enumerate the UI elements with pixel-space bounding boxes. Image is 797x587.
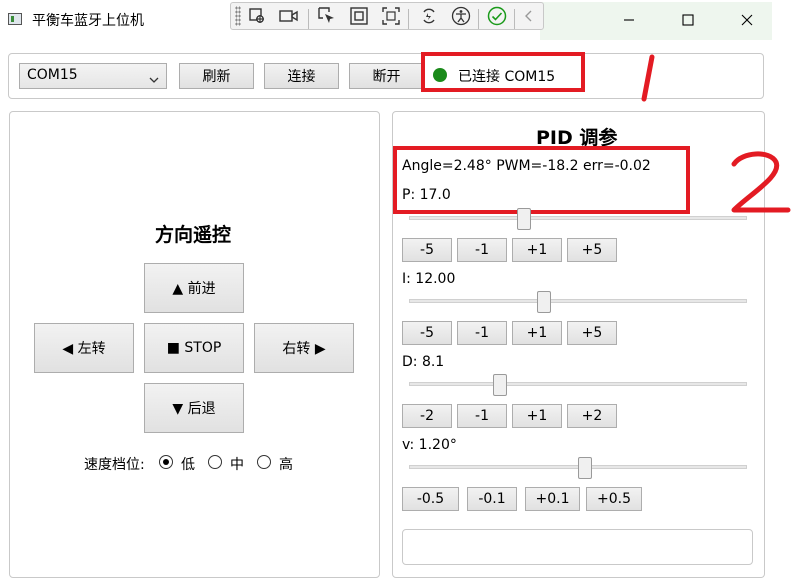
collapse-chevron-icon[interactable]: [518, 5, 540, 27]
direction-title: 方向遥控: [155, 224, 232, 246]
speed-option-low: 低: [181, 457, 195, 473]
turn-right-button[interactable]: 右转 ▶: [254, 323, 354, 373]
hot-reload-icon[interactable]: [418, 5, 440, 27]
i-value-label: I: 12.00: [402, 271, 456, 287]
video-icon[interactable]: [278, 5, 300, 27]
i-plus5-button[interactable]: +5: [567, 321, 617, 345]
toolbar-separator: [308, 9, 309, 29]
minimize-button[interactable]: [616, 8, 642, 32]
d-minus2-button[interactable]: -2: [402, 404, 452, 428]
com-port-select[interactable]: COM15: [19, 63, 167, 89]
i-minus5-button[interactable]: -5: [402, 321, 452, 345]
d-slider-track[interactable]: [409, 382, 747, 386]
chevron-down-icon: [149, 72, 159, 88]
d-minus1-button[interactable]: -1: [457, 404, 507, 428]
i-slider-thumb[interactable]: [537, 291, 552, 313]
disconnect-button[interactable]: 断开: [349, 63, 424, 89]
annotation-box-2: [393, 146, 690, 214]
p-minus1-button[interactable]: -1: [457, 238, 507, 262]
pointer-icon[interactable]: [316, 5, 338, 27]
i-minus1-button[interactable]: -1: [457, 321, 507, 345]
annotation-number-2-glyph: [731, 151, 791, 213]
stop-button[interactable]: ■ STOP: [144, 323, 244, 373]
speed-radio-high[interactable]: [257, 455, 271, 469]
maximize-button[interactable]: [675, 8, 701, 32]
toolbar-separator: [514, 9, 515, 29]
log-textbox[interactable]: [402, 529, 753, 565]
speed-level-label: 速度档位:: [84, 457, 145, 473]
v-value-label: v: 1.20°: [402, 437, 457, 453]
v-slider-thumb[interactable]: [577, 457, 592, 479]
toolbar-grip-icon[interactable]: [235, 6, 241, 26]
scan-icon[interactable]: [380, 5, 402, 27]
toolbar-separator: [478, 9, 479, 29]
v-minus01-button[interactable]: -0.1: [467, 487, 517, 511]
com-port-value: COM15: [27, 67, 78, 83]
refresh-button[interactable]: 刷新: [179, 63, 254, 89]
v-plus05-button[interactable]: +0.5: [586, 487, 642, 511]
v-plus01-button[interactable]: +0.1: [525, 487, 580, 511]
window-title: 平衡车蓝牙上位机: [32, 13, 144, 29]
p-plus5-button[interactable]: +5: [567, 238, 617, 262]
backward-button[interactable]: ▼ 后退: [144, 383, 244, 433]
d-plus2-button[interactable]: +2: [567, 404, 617, 428]
p-plus1-button[interactable]: +1: [512, 238, 562, 262]
annotation-box-1: [421, 52, 585, 92]
annotation-number-1: 1: [632, 54, 662, 104]
forward-button[interactable]: ▲ 前进: [144, 263, 244, 313]
accessibility-icon[interactable]: [450, 5, 472, 27]
close-button[interactable]: [734, 8, 760, 32]
i-slider-track[interactable]: [409, 299, 747, 303]
connect-button[interactable]: 连接: [264, 63, 339, 89]
i-plus1-button[interactable]: +1: [512, 321, 562, 345]
d-plus1-button[interactable]: +1: [512, 404, 562, 428]
p-slider-track[interactable]: [409, 216, 747, 220]
annotation-number-1-glyph: [641, 54, 655, 102]
select-element-icon[interactable]: [246, 5, 268, 27]
v-minus05-button[interactable]: -0.5: [402, 487, 459, 511]
speed-radio-low[interactable]: [159, 455, 173, 469]
check-icon[interactable]: [486, 5, 508, 27]
speed-option-mid: 中: [230, 457, 244, 473]
frame-icon[interactable]: [348, 5, 370, 27]
p-slider-thumb[interactable]: [516, 208, 531, 230]
annotation-number-2: 2: [728, 148, 794, 218]
toolbar-separator: [408, 9, 409, 29]
d-value-label: D: 8.1: [402, 354, 445, 370]
app-icon: [8, 13, 22, 25]
speed-radio-mid[interactable]: [208, 455, 222, 469]
turn-left-button[interactable]: ◀ 左转: [34, 323, 134, 373]
d-slider-thumb[interactable]: [493, 374, 508, 396]
p-minus5-button[interactable]: -5: [402, 238, 452, 262]
speed-option-high: 高: [279, 457, 293, 473]
